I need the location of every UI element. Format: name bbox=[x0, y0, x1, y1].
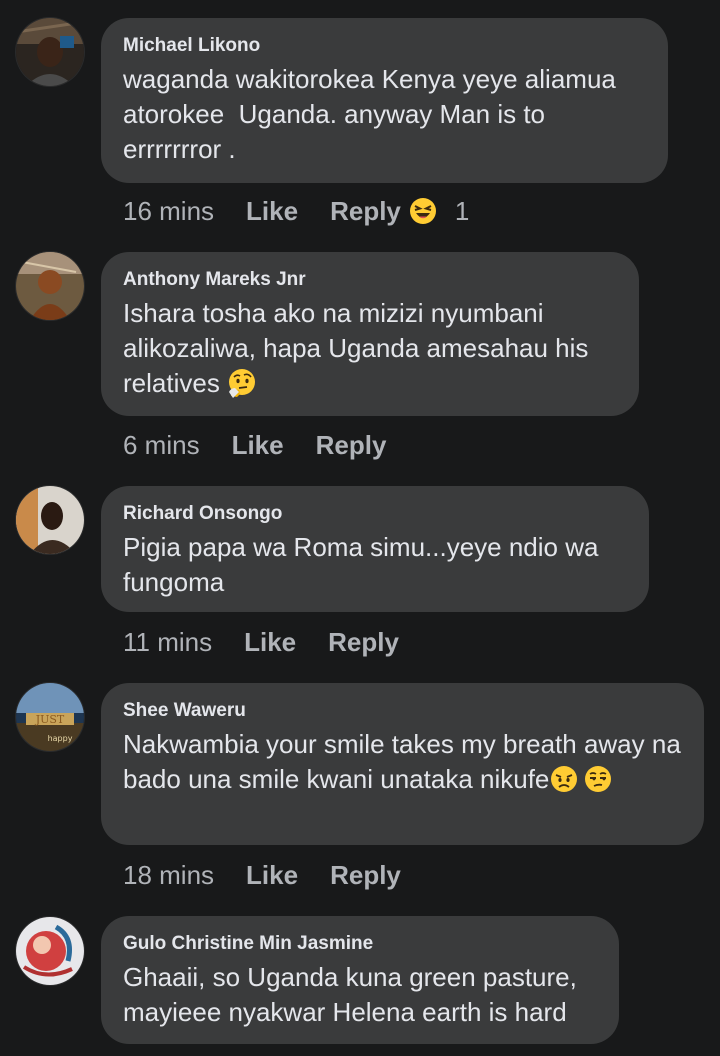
reply-button[interactable]: Reply bbox=[316, 430, 387, 461]
avatar[interactable] bbox=[16, 18, 84, 86]
comment-text: Ghaaii, so Uganda kuna green pasture, ma… bbox=[123, 962, 585, 1027]
comment-bubble: Richard Onsongo Pigia papa wa Roma simu.… bbox=[101, 486, 649, 612]
unamused-face-icon bbox=[583, 764, 613, 794]
avatar[interactable] bbox=[16, 917, 84, 985]
like-button[interactable]: Like bbox=[244, 627, 296, 658]
comment-text: Ishara tosha ako na mizizi nyumbani alik… bbox=[123, 296, 617, 401]
comment-timestamp[interactable]: 18 mins bbox=[123, 860, 214, 891]
comment-actions: 18 mins Like Reply bbox=[123, 857, 433, 893]
comment-feed: Michael Likono waganda wakitorokea Kenya… bbox=[0, 0, 720, 1056]
avatar-lettering: happy bbox=[48, 734, 73, 743]
comment-actions: 16 mins Like Reply 1 bbox=[123, 193, 469, 229]
reaction-summary[interactable]: 1 bbox=[409, 196, 469, 227]
laughing-squint-face-icon bbox=[409, 197, 437, 225]
comment-bubble: Michael Likono waganda wakitorokea Kenya… bbox=[101, 18, 668, 183]
reply-button[interactable]: Reply bbox=[330, 860, 401, 891]
comment-actions: 6 mins Like Reply bbox=[123, 427, 418, 463]
comment-timestamp[interactable]: 6 mins bbox=[123, 430, 200, 461]
avatar[interactable]: JUST happy bbox=[16, 683, 84, 751]
like-button[interactable]: Like bbox=[232, 430, 284, 461]
reaction-count: 1 bbox=[454, 195, 470, 226]
comment-actions: 11 mins Like Reply bbox=[123, 624, 431, 660]
comment-timestamp[interactable]: 11 mins bbox=[123, 627, 212, 658]
like-button[interactable]: Like bbox=[246, 860, 298, 891]
comment-author[interactable]: Anthony Mareks Jnr bbox=[123, 268, 617, 292]
reply-button[interactable]: Reply bbox=[330, 196, 401, 227]
avatar[interactable] bbox=[16, 486, 84, 554]
like-button[interactable]: Like bbox=[246, 196, 298, 227]
comment-author[interactable]: Richard Onsongo bbox=[123, 502, 627, 526]
comment-text-body: Ishara tosha ako na mizizi nyumbani alik… bbox=[123, 298, 596, 398]
comment-author[interactable]: Gulo Christine Min Jasmine bbox=[123, 932, 597, 956]
avatar-lettering: JUST bbox=[35, 713, 65, 726]
comment-bubble: Gulo Christine Min Jasmine Ghaaii, so Ug… bbox=[101, 916, 619, 1044]
reply-button[interactable]: Reply bbox=[328, 627, 399, 658]
comment-timestamp[interactable]: 16 mins bbox=[123, 196, 214, 227]
comment-author[interactable]: Michael Likono bbox=[123, 34, 646, 58]
comment-bubble: Shee Waweru Nakwambia your smile takes m… bbox=[101, 683, 704, 845]
comment-text: Pigia papa wa Roma simu...yeye ndio wa f… bbox=[123, 532, 606, 597]
weary-face-icon bbox=[549, 764, 579, 794]
comment-author[interactable]: Shee Waweru bbox=[123, 699, 682, 723]
comment-text: waganda wakitorokea Kenya yeye aliamua a… bbox=[123, 64, 624, 164]
comment-bubble: Anthony Mareks Jnr Ishara tosha ako na m… bbox=[101, 252, 639, 416]
thinking-face-icon bbox=[227, 368, 257, 398]
comment-text: Nakwambia your smile takes my breath awa… bbox=[123, 727, 682, 797]
avatar[interactable] bbox=[16, 252, 84, 320]
